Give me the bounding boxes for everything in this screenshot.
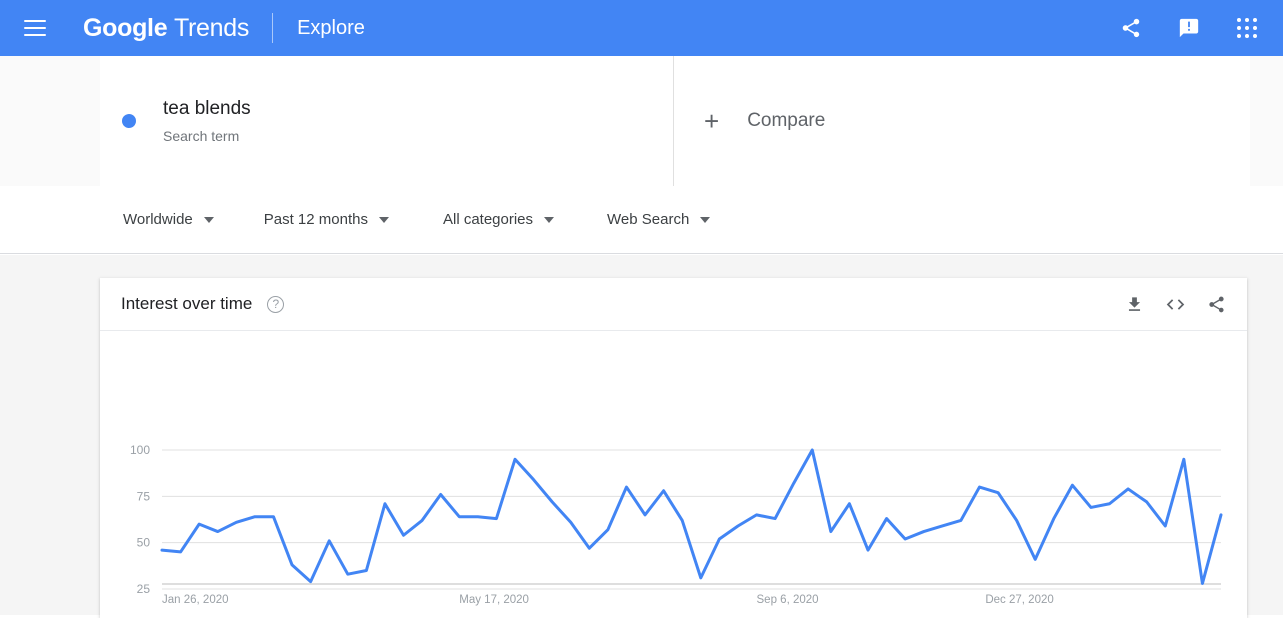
download-icon[interactable]	[1123, 293, 1145, 315]
share-icon[interactable]	[1205, 293, 1227, 315]
chart-x-axis-labels: Jan 26, 2020 May 17, 2020 Sep 6, 2020 Dec 2…	[162, 594, 1054, 606]
filter-location[interactable]: Worldwide	[123, 211, 214, 228]
filter-time-range[interactable]: Past 12 months	[264, 211, 389, 228]
chart-series-line	[160, 448, 1223, 585]
search-term-type: Search term	[163, 128, 240, 144]
compare-label: Compare	[747, 110, 826, 131]
series-color-dot	[122, 114, 136, 128]
plus-icon: +	[704, 106, 720, 136]
apps-grid-dots	[1237, 18, 1257, 38]
chart-canvas: 25 50 75 100 Jan 26, 2020 May 17, 2020 Sep 6,…	[130, 443, 1223, 606]
card-header: Interest over time ?	[100, 278, 1247, 331]
filter-time-range-label: Past 12 months	[263, 211, 368, 228]
chart-gridlines	[162, 449, 1221, 590]
brand-trends-text: Trends	[173, 13, 250, 42]
y-axis-tick-label: 75	[137, 489, 151, 503]
page-body: Interest over time ? 25 50 75 100 Jan 26…	[0, 255, 1283, 618]
hamburger-menu-icon[interactable]	[24, 16, 48, 40]
chevron-down-icon	[700, 216, 711, 223]
brand-google-text: Google	[83, 13, 168, 42]
help-icon[interactable]: ?	[267, 295, 285, 313]
filter-search-type-label: Web Search	[607, 211, 690, 228]
embed-icon[interactable]	[1164, 293, 1186, 315]
chevron-down-icon	[378, 216, 389, 223]
terms-left-gutter	[0, 56, 100, 186]
filter-category-label: All categories	[442, 211, 534, 228]
terms-right-gutter	[1250, 56, 1283, 186]
share-icon[interactable]	[1119, 16, 1143, 40]
app-bar: Google Trends Explore	[0, 0, 1283, 56]
explore-nav-item[interactable]: Explore	[297, 17, 365, 40]
brand-logo[interactable]: Google Trends	[83, 14, 249, 43]
search-terms-row: tea blends Search term + Compare	[0, 56, 1283, 186]
chevron-down-icon	[544, 216, 555, 223]
search-term-text: tea blends Search term	[163, 97, 251, 145]
interest-over-time-card: Interest over time ? 25 50 75 100 Jan 26…	[100, 278, 1247, 618]
apps-grid-icon[interactable]	[1235, 16, 1259, 40]
x-axis-tick-label: Dec 27, 2020	[985, 594, 1053, 606]
x-axis-tick-label: May 17, 2020	[459, 594, 529, 606]
y-axis-tick-label: 100	[130, 443, 150, 457]
chevron-down-icon	[203, 216, 214, 223]
compare-button[interactable]: + Compare	[674, 56, 1250, 186]
y-axis-tick-label: 25	[137, 582, 151, 596]
filter-search-type[interactable]: Web Search	[607, 211, 711, 228]
y-axis-tick-label: 50	[137, 536, 151, 550]
search-term-title: tea blends	[163, 98, 251, 119]
filter-category[interactable]: All categories	[442, 211, 555, 228]
feedback-icon[interactable]	[1177, 16, 1201, 40]
x-axis-tick-label: Jan 26, 2020	[162, 594, 229, 606]
filter-bar: Worldwide Past 12 months All categories …	[0, 186, 1283, 254]
card-title: Interest over time	[121, 294, 253, 313]
search-term-card[interactable]: tea blends Search term	[100, 56, 674, 186]
appbar-divider	[272, 13, 274, 43]
chart-y-axis-labels: 25 50 75 100	[130, 443, 150, 596]
filter-location-label: Worldwide	[123, 211, 193, 228]
interest-over-time-chart[interactable]: 25 50 75 100 Jan 26, 2020 May 17, 2020 Sep 6,…	[100, 331, 1247, 617]
x-axis-tick-label: Sep 6, 2020	[757, 594, 819, 606]
